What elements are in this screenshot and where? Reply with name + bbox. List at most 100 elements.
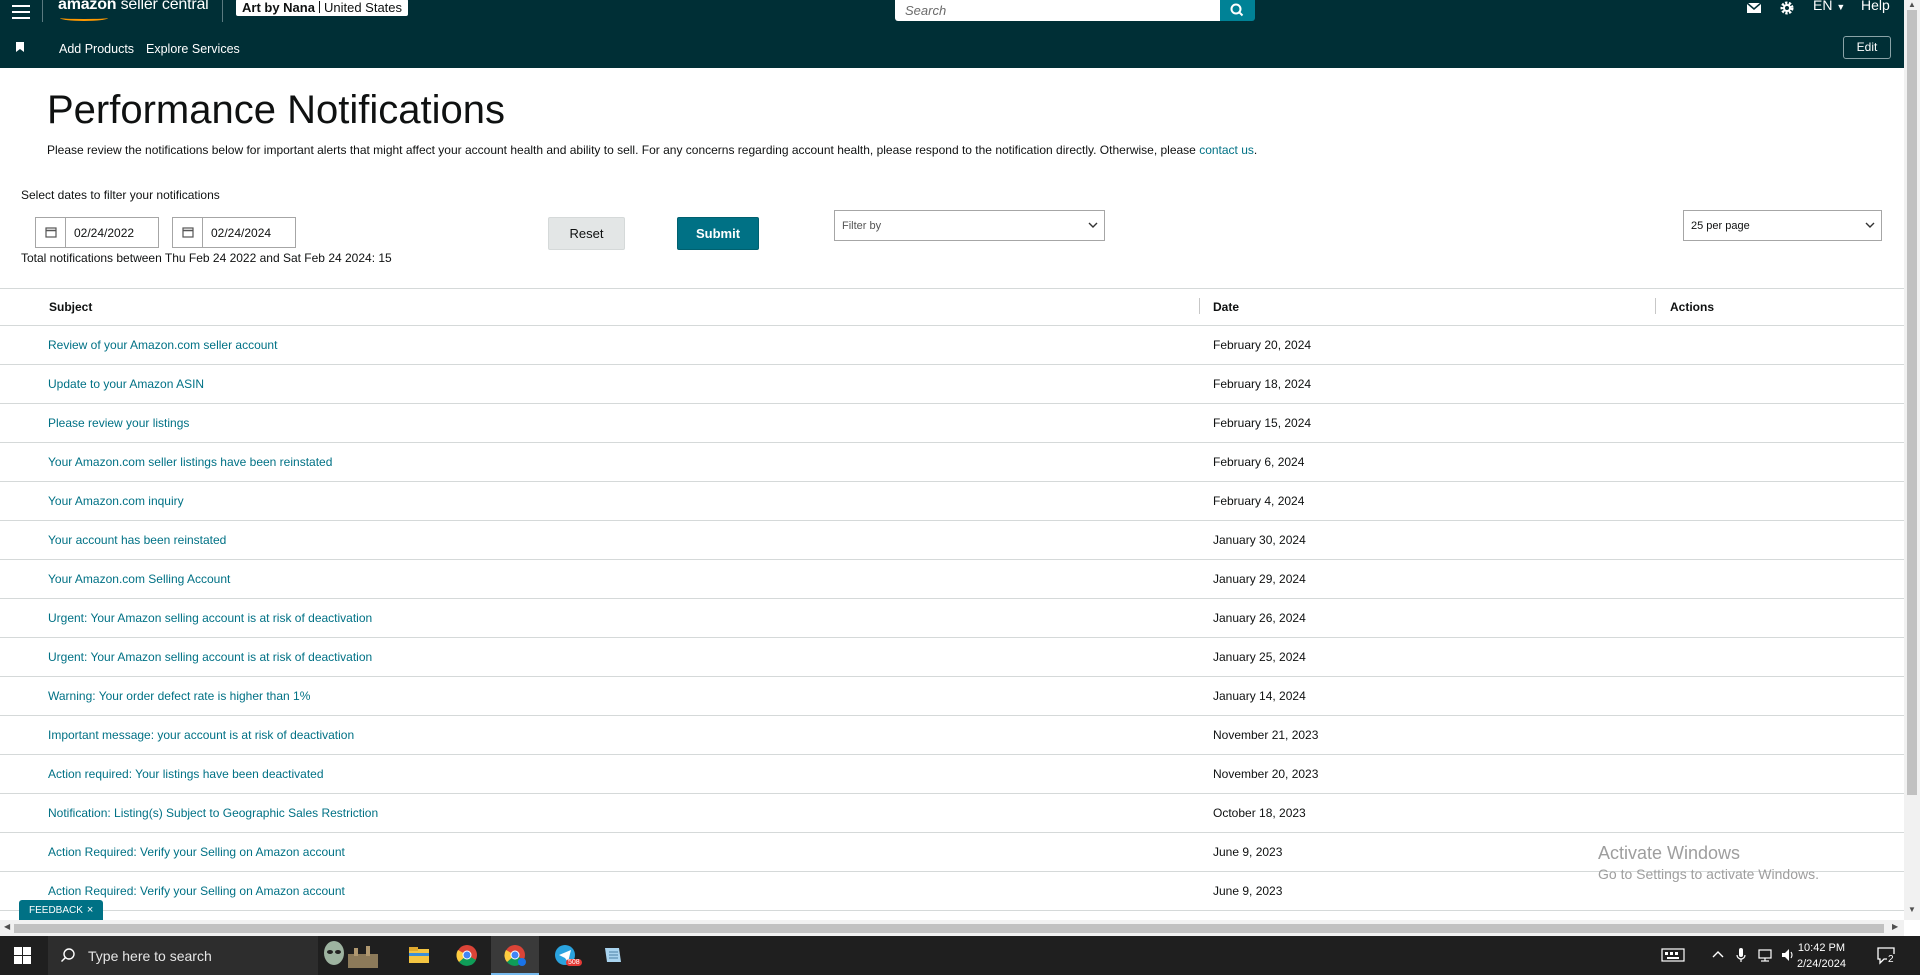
notification-subject-link[interactable]: Update to your Amazon ASIN <box>48 377 204 391</box>
telegram-icon[interactable]: 508 <box>541 936 589 975</box>
notification-subject-link[interactable]: Warning: Your order defect rate is highe… <box>48 689 310 703</box>
search-icon <box>1230 3 1244 17</box>
notification-date: February 15, 2024 <box>1213 416 1312 430</box>
nav-link-add-products[interactable]: Add Products <box>59 42 134 56</box>
quick-links-bar: Add Products Explore Services Edit <box>0 29 1904 68</box>
scroll-thumb[interactable] <box>14 924 1884 933</box>
system-clock[interactable]: 10:42 PM 2/24/2024 <box>1797 940 1846 972</box>
notification-subject-link[interactable]: Your account has been reinstated <box>48 533 226 547</box>
notification-subject-link[interactable]: Urgent: Your Amazon selling account is a… <box>48 650 372 664</box>
notification-subject-link[interactable]: Action Required: Verify your Selling on … <box>48 884 345 898</box>
notification-date: January 26, 2024 <box>1213 611 1306 625</box>
network-icon[interactable] <box>1758 947 1774 963</box>
chevron-up-icon[interactable] <box>1712 947 1724 963</box>
table-row: Notification: Listing(s) Subject to Geog… <box>0 794 1904 833</box>
windows-start-icon[interactable] <box>14 947 31 964</box>
column-divider[interactable] <box>1199 298 1200 314</box>
logo-main: amazon <box>58 0 117 13</box>
close-icon[interactable]: × <box>87 904 93 916</box>
watermark-title: Activate Windows <box>1598 843 1741 863</box>
help-link[interactable]: Help <box>1861 0 1890 13</box>
notifications-table: Subject Date Actions Review of your Amaz… <box>0 288 1904 911</box>
chevron-down-icon <box>1865 222 1875 228</box>
notification-subject-link[interactable]: Urgent: Your Amazon selling account is a… <box>48 611 372 625</box>
chrome-icon[interactable] <box>443 936 491 975</box>
notification-subject-link[interactable]: Your Amazon.com Selling Account <box>48 572 230 586</box>
column-header-actions: Actions <box>1670 300 1715 314</box>
contact-us-link[interactable]: contact us <box>1199 143 1254 157</box>
mail-icon[interactable] <box>1746 0 1762 18</box>
table-row: Your Amazon.com seller listings have bee… <box>0 443 1904 482</box>
notification-subject-link[interactable]: Action required: Your listings have been… <box>48 767 324 781</box>
vertical-scrollbar[interactable]: ▲ ▼ <box>1904 0 1920 920</box>
table-row: Urgent: Your Amazon selling account is a… <box>0 599 1904 638</box>
scroll-thumb[interactable] <box>1907 10 1917 795</box>
notification-subject-link[interactable]: Your Amazon.com seller listings have bee… <box>48 455 332 469</box>
seller-central-logo[interactable]: amazon seller central <box>58 0 209 21</box>
bookmark-icon[interactable] <box>16 42 24 52</box>
table-row: Your account has been reinstated January … <box>0 521 1904 560</box>
caret-down-icon: ▼ <box>1836 2 1846 12</box>
microphone-icon[interactable] <box>1735 947 1747 963</box>
table-row: Update to your Amazon ASIN February 18, 2… <box>0 365 1904 404</box>
intro-body: Please review the notifications below fo… <box>47 143 1200 157</box>
edit-button[interactable]: Edit <box>1843 36 1891 59</box>
filter-by-select[interactable]: Filter by <box>834 210 1105 241</box>
chevron-down-icon <box>1088 222 1098 228</box>
amazon-smile-icon <box>60 15 108 21</box>
feedback-button[interactable]: FEEDBACK × <box>19 900 104 920</box>
horizontal-scrollbar[interactable]: ◀ ▶ <box>0 920 1904 936</box>
search-button[interactable] <box>1220 0 1255 21</box>
calendar-icon[interactable] <box>36 218 66 247</box>
start-date-field[interactable]: 02/24/2022 <box>35 217 159 248</box>
notification-subject-link[interactable]: Your Amazon.com inquiry <box>48 494 184 508</box>
notification-subject-link[interactable]: Action Required: Verify your Selling on … <box>48 845 345 859</box>
notepad-icon[interactable] <box>589 936 637 975</box>
intro-end: . <box>1253 143 1258 157</box>
chrome-profile-icon[interactable] <box>491 936 539 975</box>
scroll-right-arrow-icon[interactable]: ▶ <box>1892 922 1898 931</box>
feedback-label: FEEDBACK <box>29 905 83 916</box>
account-switcher[interactable]: Art by Nana United States <box>236 0 409 16</box>
per-page-select[interactable]: 25 per page <box>1683 210 1882 241</box>
taskbar-search-placeholder: Type here to search <box>88 948 212 964</box>
search-input[interactable] <box>895 0 1221 21</box>
keyboard-icon[interactable] <box>1661 947 1685 963</box>
language-label: EN <box>1813 0 1833 13</box>
calendar-icon[interactable] <box>173 218 203 247</box>
notification-count: 2 <box>1887 954 1895 965</box>
end-date-field[interactable]: 02/24/2024 <box>172 217 296 248</box>
notification-date: January 30, 2024 <box>1213 533 1306 547</box>
column-divider[interactable] <box>1655 298 1656 314</box>
notification-date: January 25, 2024 <box>1213 650 1306 664</box>
menu-icon[interactable] <box>12 5 30 19</box>
notification-date: October 18, 2023 <box>1213 806 1306 820</box>
notification-date: February 20, 2024 <box>1213 338 1312 352</box>
file-explorer-icon[interactable] <box>395 936 443 975</box>
nav-link-explore-services[interactable]: Explore Services <box>146 42 240 56</box>
gear-icon[interactable] <box>1779 0 1795 19</box>
volume-icon[interactable] <box>1781 947 1795 963</box>
notifications-icon[interactable]: 2 <box>1876 945 1896 970</box>
submit-button[interactable]: Submit <box>677 217 759 250</box>
search-box[interactable] <box>895 0 1221 21</box>
notification-subject-link[interactable]: Please review your listings <box>48 416 189 430</box>
search-highlight-icon[interactable] <box>318 936 378 975</box>
column-header-subject[interactable]: Subject <box>49 300 92 314</box>
language-selector[interactable]: EN ▼ <box>1813 0 1845 13</box>
scroll-up-arrow-icon[interactable]: ▲ <box>1908 0 1916 9</box>
taskbar-search-box[interactable]: Type here to search <box>48 936 318 975</box>
scroll-down-arrow-icon[interactable]: ▼ <box>1908 905 1916 914</box>
start-date-value: 02/24/2022 <box>74 226 135 240</box>
notification-date: February 6, 2024 <box>1213 455 1305 469</box>
notification-subject-link[interactable]: Important message: your account is at ri… <box>48 728 354 742</box>
notification-date: January 14, 2024 <box>1213 689 1306 703</box>
notification-subject-link[interactable]: Notification: Listing(s) Subject to Geog… <box>48 806 378 820</box>
notification-date: June 9, 2023 <box>1213 884 1283 898</box>
scroll-left-arrow-icon[interactable]: ◀ <box>4 922 10 931</box>
table-header: Subject Date Actions <box>0 288 1904 326</box>
notification-subject-link[interactable]: Review of your Amazon.com seller account <box>48 338 277 352</box>
table-row: Your Amazon.com inquiry February 4, 2024 <box>0 482 1904 521</box>
column-header-date[interactable]: Date <box>1213 300 1239 314</box>
reset-button[interactable]: Reset <box>548 217 625 250</box>
